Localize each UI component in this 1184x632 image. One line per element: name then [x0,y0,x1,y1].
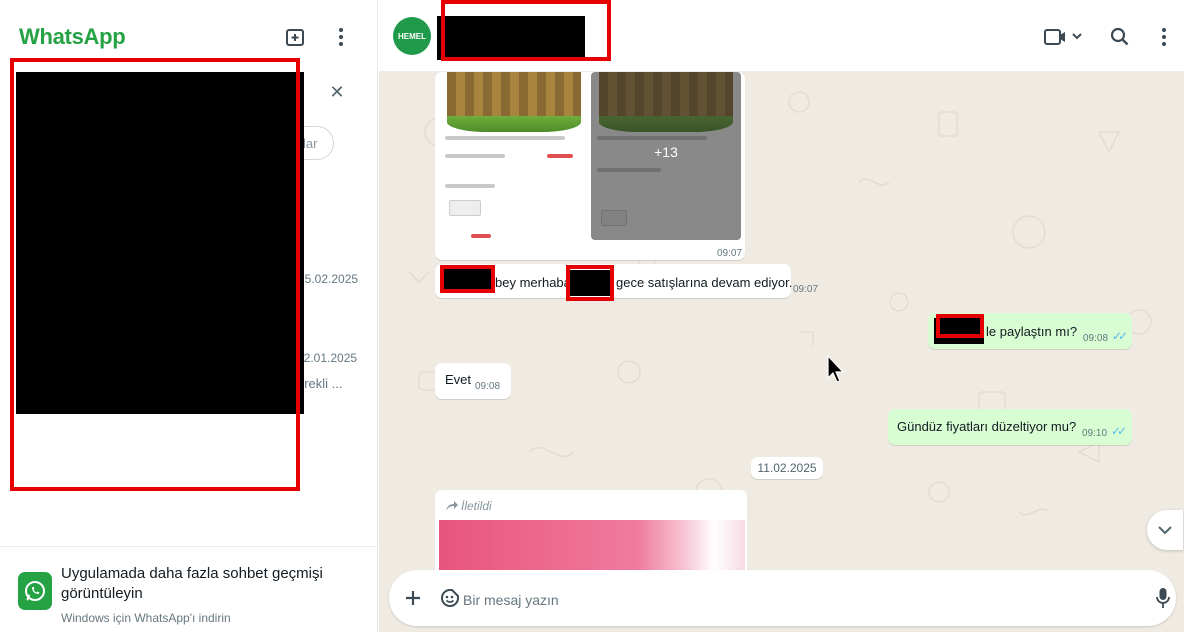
read-ticks-icon: ✓✓ [1112,329,1128,343]
chevron-down-icon [1158,526,1172,535]
redaction-frame [936,314,984,338]
chat-pane: HEMEL +13 09:07 bey merhaba gece satışla… [379,0,1184,632]
redaction-frame [441,0,611,61]
product-photo-base [447,116,581,132]
card-text-line [445,136,565,140]
chat-date: 12.01.2025 [297,351,358,365]
read-ticks-icon: ✓✓ [1111,424,1127,438]
card-text-line [445,154,505,158]
search-icon[interactable] [1108,25,1132,49]
message-text: gece satışlarına devam ediyor. [616,275,793,290]
message-text: bey merhaba [495,275,571,290]
card-text-line [445,184,495,188]
message-time: 09:07 [717,248,743,259]
app-brand: WhatsApp [19,24,126,49]
card-price-line [471,234,491,238]
message-time: 09:08 [1083,333,1109,344]
redaction-frame [566,265,614,301]
forwarded-media[interactable] [439,520,745,570]
redaction-frame [10,58,300,491]
product-image[interactable] [439,72,589,240]
message-bubble-outgoing[interactable]: Gündüz fiyatları düzeltiyor mu? 09:10 ✓✓ [888,409,1132,445]
promo-title[interactable]: Uygulamada daha fazla sohbet geçmişi gör… [61,564,361,604]
chat-menu-icon[interactable] [1158,25,1170,49]
more-count: +13 [654,144,678,160]
message-time: 09:08 [475,381,501,392]
redaction-frame [440,265,495,293]
message-text: le paylaştın mı? [986,324,1078,339]
mouse-cursor-icon [826,354,845,389]
mic-icon[interactable] [1153,586,1173,610]
sticker-icon[interactable] [439,587,461,609]
new-chat-icon[interactable] [283,24,307,50]
message-bubble-incoming[interactable]: +13 09:07 [435,72,745,260]
message-text: Gündüz fiyatları düzeltiyor mu? [897,419,1077,434]
forwarded-label: İletildi [461,499,492,513]
video-call-icon[interactable] [1043,24,1085,50]
whatsapp-logo-icon [18,572,52,610]
sidebar: WhatsApp ✕ lar 15.02.2025 12.01.2025 üre… [0,0,378,632]
avatar-text: HEMEL [398,31,426,41]
forward-icon [445,499,459,511]
date-divider: 11.02.2025 [751,457,823,479]
product-image[interactable]: +13 [591,72,741,240]
message-text: Evet [445,372,472,387]
chat-date: 15.02.2025 [298,272,359,286]
message-time: 09:10 [1082,428,1108,439]
scroll-down-button[interactable] [1147,510,1183,550]
message-bubble-incoming[interactable]: Evet 09:08 [435,363,511,399]
message-input[interactable] [463,590,1113,610]
close-icon[interactable]: ✕ [326,81,348,103]
message-time: 09:07 [793,284,819,295]
promo-subtitle[interactable]: Windows için WhatsApp'ı indirin [61,611,231,625]
card-price-line [547,154,573,158]
plus-icon[interactable] [403,588,423,608]
card-button [449,200,481,216]
menu-icon[interactable] [329,24,353,50]
filter-chip-label: lar [303,136,318,151]
contact-avatar[interactable]: HEMEL [393,17,431,55]
